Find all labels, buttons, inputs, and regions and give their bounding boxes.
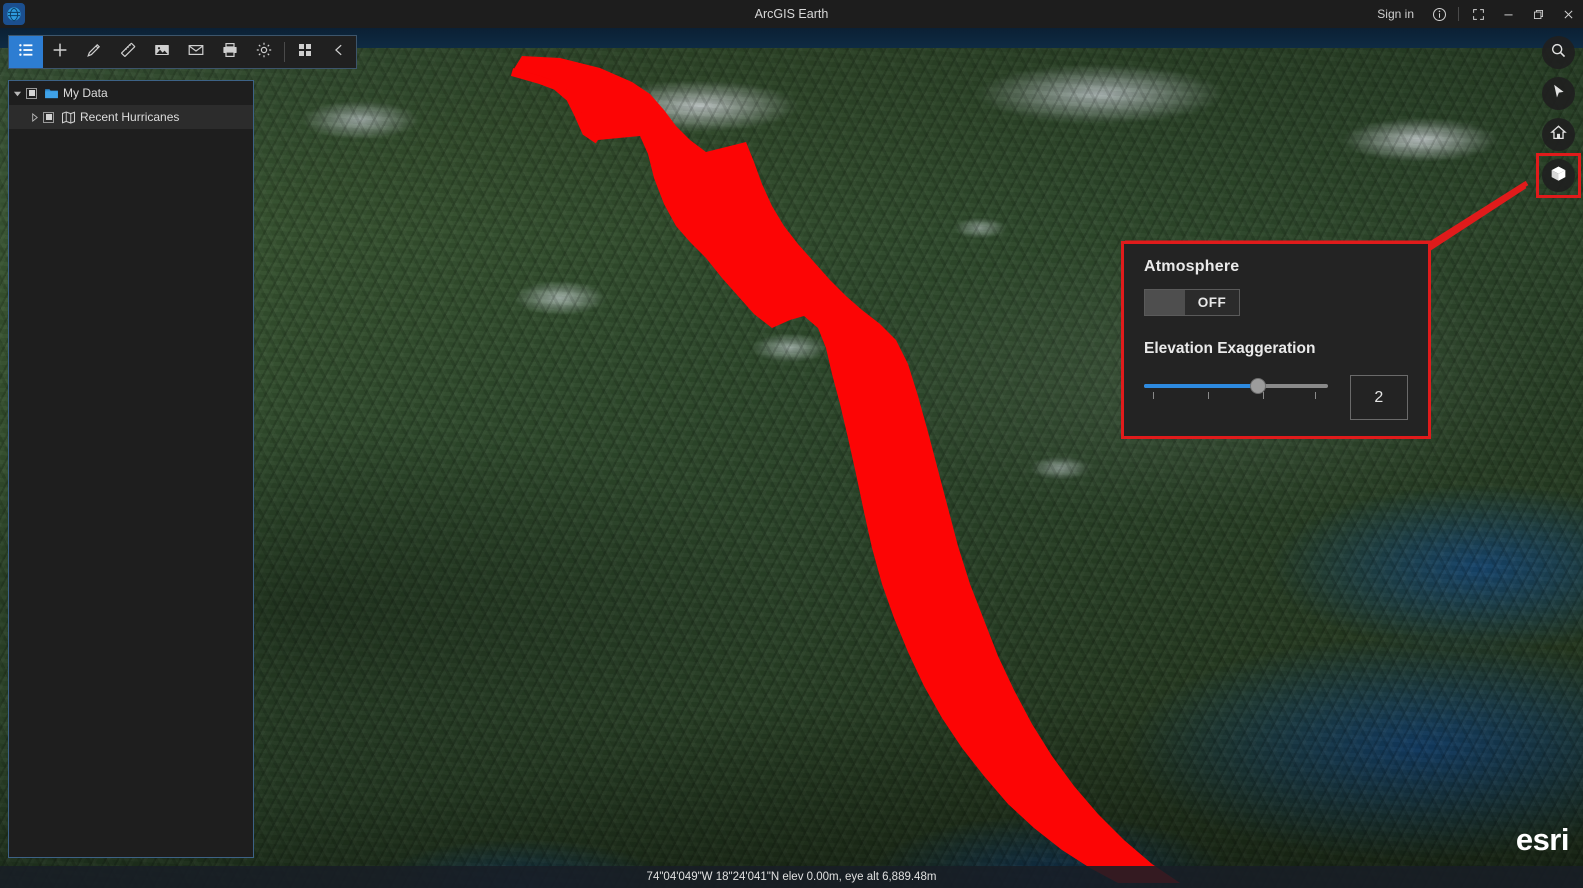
toolbar-button-add-data[interactable]: [43, 36, 77, 68]
esri-logo: esri: [1515, 822, 1570, 857]
expand-arrow-icon[interactable]: [26, 112, 42, 122]
elevation-exaggeration-heading: Elevation Exaggeration: [1144, 340, 1316, 357]
search-button[interactable]: [1542, 36, 1575, 69]
slider-track[interactable]: [1144, 378, 1328, 394]
atmosphere-toggle-label: OFF: [1197, 295, 1227, 310]
toolbar-button-draw[interactable]: [77, 36, 111, 68]
arcgis-earth-window: esri ArcGIS Earth Sign in My Data Recent…: [0, 0, 1583, 888]
pencil-icon: [85, 41, 103, 64]
cursor-arrow-icon: [1550, 83, 1567, 105]
toc-checkbox-my-data[interactable]: [26, 87, 37, 99]
home-icon: [1550, 124, 1567, 146]
atmosphere-toggle[interactable]: OFF: [1144, 289, 1240, 316]
toc-label-recent-hurricanes: Recent Hurricanes: [80, 110, 180, 124]
toolbar-button-measure[interactable]: [111, 36, 145, 68]
window-controls: Sign in: [1367, 0, 1583, 28]
arcgis-earth-globe-icon: [3, 3, 25, 25]
toc-label-my-data: My Data: [63, 86, 108, 100]
fullscreen-icon[interactable]: [1463, 0, 1493, 28]
list-icon: [17, 41, 35, 64]
folder-icon: [42, 86, 60, 101]
main-toolbar: [8, 35, 357, 69]
toolbar-button-capture-image[interactable]: [145, 36, 179, 68]
toolbar-button-email[interactable]: [179, 36, 213, 68]
elevation-slider[interactable]: [1144, 375, 1328, 401]
map-layer-icon: [59, 110, 77, 125]
table-of-contents-panel: My Data Recent Hurricanes: [8, 80, 254, 858]
ruler-icon: [119, 41, 137, 64]
toc-item-recent-hurricanes[interactable]: Recent Hurricanes: [9, 105, 253, 129]
toolbar-divider: [284, 42, 285, 62]
title-bar: ArcGIS Earth Sign in: [0, 0, 1583, 28]
chevron-left-icon: [332, 43, 346, 62]
elevation-exaggeration-control: 2: [1144, 375, 1408, 420]
coordinate-readout: 74"04'049"W 18"24'041"N elev 0.00m, eye …: [646, 871, 937, 883]
navigate-button[interactable]: [1542, 77, 1575, 110]
maximize-icon[interactable]: [1523, 0, 1553, 28]
search-icon: [1550, 42, 1567, 64]
envelope-icon: [187, 41, 205, 64]
plus-icon: [51, 41, 69, 64]
toolbar-button-print[interactable]: [213, 36, 247, 68]
toolbar-button-settings[interactable]: [247, 36, 281, 68]
cube-icon: [1549, 164, 1568, 188]
toolbar-button-table-of-contents[interactable]: [9, 36, 43, 68]
grid-icon: [297, 42, 313, 63]
toc-checkbox-recent-hurricanes[interactable]: [43, 111, 54, 123]
toolbar-button-collapse[interactable]: [322, 36, 356, 68]
slider-tick-marks: [1144, 392, 1328, 401]
map-navigation-tools: [1536, 36, 1581, 198]
page-title: ArcGIS Earth: [754, 7, 829, 21]
elevation-exaggeration-input[interactable]: 2: [1349, 375, 1408, 420]
display-settings-wrapper: [1536, 153, 1581, 198]
display-settings-panel: Atmosphere OFF Elevation Exaggeration 2: [1121, 241, 1431, 439]
toolbar-button-apps[interactable]: [288, 36, 322, 68]
titlebar-divider: [1458, 7, 1459, 21]
image-icon: [153, 41, 171, 64]
home-button[interactable]: [1542, 118, 1575, 151]
atmosphere-heading: Atmosphere: [1144, 258, 1240, 275]
status-bar: 74"04'049"W 18"24'041"N elev 0.00m, eye …: [0, 866, 1583, 888]
close-icon[interactable]: [1553, 0, 1583, 28]
display-settings-button[interactable]: [1542, 159, 1575, 192]
sign-in-button[interactable]: Sign in: [1367, 7, 1424, 21]
printer-icon: [221, 41, 239, 64]
gear-icon: [255, 41, 273, 64]
slider-fill: [1144, 384, 1258, 388]
atmosphere-toggle-knob: [1145, 290, 1185, 315]
toc-item-my-data[interactable]: My Data: [9, 81, 253, 105]
minimize-icon[interactable]: [1493, 0, 1523, 28]
info-circle-icon[interactable]: [1424, 0, 1454, 28]
collapse-triangle-icon[interactable]: [9, 89, 25, 98]
